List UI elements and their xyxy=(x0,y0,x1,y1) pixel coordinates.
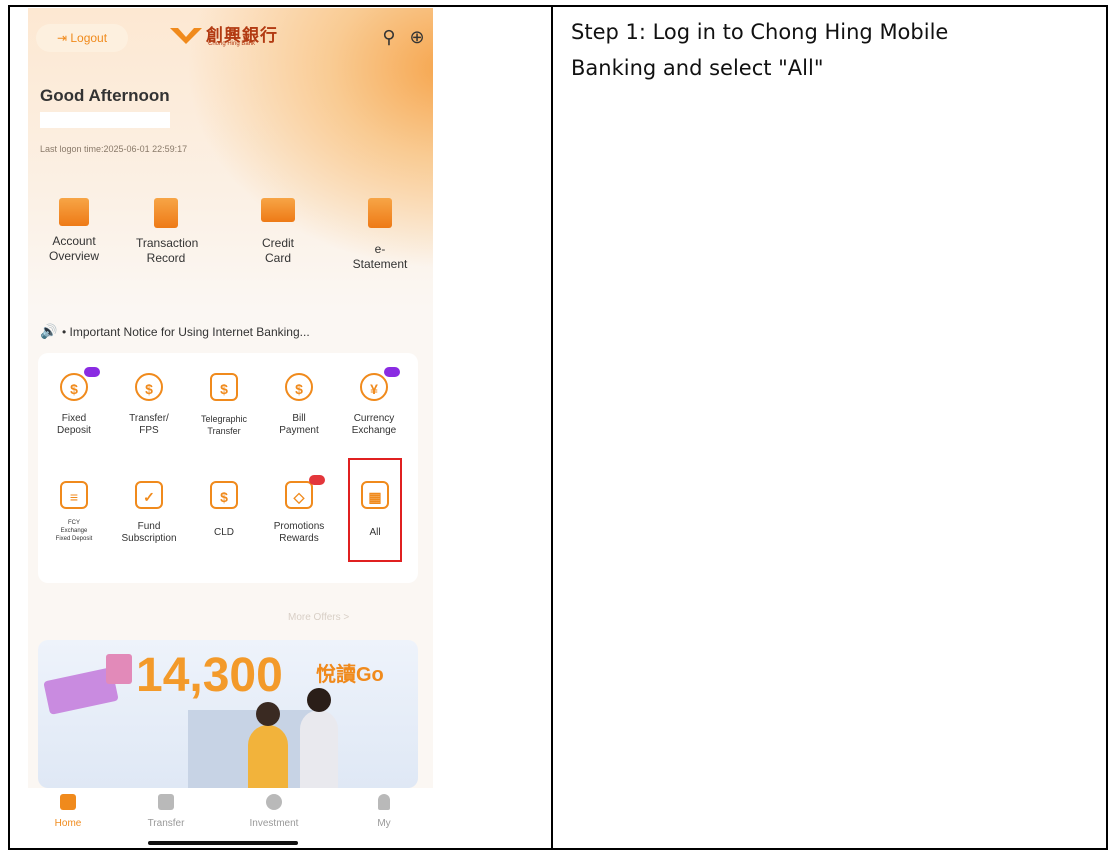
tab-label: My xyxy=(377,818,391,829)
notice-text: • Important Notice for Using Internet Ba… xyxy=(62,325,310,339)
service-label: Transfer xyxy=(207,426,241,436)
quick-label: Account xyxy=(52,234,96,248)
service-label: Promotions xyxy=(273,521,325,532)
bill-payment-icon: $ xyxy=(285,373,313,401)
service-telegraphic-transfer[interactable]: $ Telegraphic Transfer xyxy=(192,373,256,437)
tab-my[interactable]: My xyxy=(344,794,424,829)
service-label: Exchange xyxy=(60,528,88,534)
account-icon xyxy=(59,198,89,226)
logout-label: Logout xyxy=(70,31,108,45)
person-icon xyxy=(378,794,390,810)
tab-label: Transfer xyxy=(147,818,185,829)
home-indicator xyxy=(148,841,298,845)
service-bill-payment[interactable]: $ Bill Payment xyxy=(267,373,331,437)
service-currency-exchange[interactable]: ¥ Currency Exchange xyxy=(342,367,406,437)
service-label: FCY xyxy=(68,520,80,526)
service-label: Fixed Deposit xyxy=(55,536,93,542)
quick-label: Record xyxy=(146,251,186,265)
instruction-text: Step 1: Log in to Chong Hing Mobile Bank… xyxy=(571,14,1091,86)
promo-banner[interactable]: 14,300 悅讀Go xyxy=(38,640,418,788)
highlight-box-all xyxy=(348,458,402,562)
home-icon xyxy=(60,794,76,810)
fund-subscription-icon: ✓ xyxy=(135,481,163,509)
promo-person-graphic xyxy=(300,710,338,788)
service-label: Deposit xyxy=(57,425,91,436)
column-divider xyxy=(551,5,553,850)
cld-icon: $ xyxy=(210,481,238,509)
service-label: Telegraphic xyxy=(200,414,248,424)
service-label: Transfer/ xyxy=(129,413,169,424)
quick-label: Overview xyxy=(48,249,99,263)
service-label: Bill xyxy=(292,413,306,424)
transfer-tab-icon xyxy=(158,794,174,810)
greeting: Good Afternoon xyxy=(40,86,170,105)
instruction-line-1: Step 1: Log in to Chong Hing Mobile xyxy=(571,20,949,44)
search-icon[interactable]: ⚲ xyxy=(378,26,400,48)
tab-transfer[interactable]: Transfer xyxy=(126,794,206,829)
promo-amount: 14,300 xyxy=(136,649,283,702)
add-icon[interactable]: ⊕ xyxy=(406,26,428,48)
service-label: Rewards xyxy=(279,533,319,544)
tab-investment[interactable]: Investment xyxy=(234,794,314,829)
hot-badge xyxy=(309,475,325,485)
last-logon-time: Last logon time:2025-06-01 22:59:17 xyxy=(40,144,188,154)
quick-action-credit-card[interactable]: Credit Card xyxy=(248,198,308,266)
telegraphic-transfer-icon: $ xyxy=(210,373,238,401)
transfer-icon: $ xyxy=(135,373,163,401)
service-cld[interactable]: $ CLD xyxy=(192,481,256,539)
quick-action-transaction-record[interactable]: Transaction Record xyxy=(136,198,199,266)
instruction-line-2: Banking and select "All" xyxy=(571,56,824,80)
tab-home[interactable]: Home xyxy=(28,794,108,829)
service-label: FPS xyxy=(139,425,159,436)
logout-button[interactable]: ⇥ Logout xyxy=(36,24,128,52)
fcy-fixed-deposit-icon: ≡ xyxy=(60,481,88,509)
service-label: Exchange xyxy=(351,425,397,436)
quick-label: e-Statement xyxy=(352,242,408,271)
more-offers-link[interactable]: More Offers > xyxy=(288,612,349,623)
quick-label: Transaction xyxy=(136,236,199,250)
tab-label: Home xyxy=(54,818,82,829)
quick-action-e-statement[interactable]: e-Statement xyxy=(350,198,410,272)
tab-label: Investment xyxy=(249,818,299,829)
logout-icon: ⇥ xyxy=(56,31,71,45)
credit-card-icon xyxy=(261,198,295,222)
service-label: Subscription xyxy=(121,533,177,544)
investment-icon xyxy=(266,794,282,810)
speaker-icon: 🔊 xyxy=(40,323,58,339)
service-label: CLD xyxy=(213,527,234,538)
service-transfer-fps[interactable]: $ Transfer/FPS xyxy=(117,373,181,437)
promo-person-head xyxy=(307,688,331,712)
masked-user-name xyxy=(40,112,170,128)
service-label: Payment xyxy=(279,425,319,436)
service-fcy-exchange-fixed-deposit[interactable]: ≡ FCY Exchange Fixed Deposit xyxy=(42,481,106,543)
service-fixed-deposit[interactable]: $ Fixed Deposit xyxy=(42,367,106,437)
currency-exchange-icon: ¥ xyxy=(360,373,388,401)
bottom-tab-bar: Home Transfer Investment My xyxy=(28,788,433,848)
promo-person-head xyxy=(256,702,280,726)
service-promotions-rewards[interactable]: ◇ Promotions Rewards xyxy=(267,475,331,545)
statement-icon xyxy=(368,198,392,228)
service-fund-subscription[interactable]: ✓ Fund Subscription xyxy=(117,481,181,545)
transaction-icon xyxy=(154,198,178,228)
service-label: Fixed xyxy=(61,413,87,424)
new-badge xyxy=(384,367,400,377)
new-badge xyxy=(84,367,100,377)
quick-label: Credit Card xyxy=(261,236,294,265)
gift-icon xyxy=(106,654,132,684)
notice-banner[interactable]: 🔊 • Important Notice for Using Internet B… xyxy=(40,320,410,342)
service-label: Fund xyxy=(137,521,161,532)
bank-logo-icon xyxy=(170,28,202,44)
promo-brand: 悅讀Go xyxy=(316,664,384,686)
promo-person-graphic xyxy=(248,725,288,788)
quick-action-account-overview[interactable]: Account Overview xyxy=(44,198,104,264)
phone-screenshot: ⇥ Logout 創興銀行 Chong Hing Bank ⚲ ⊕ Good A… xyxy=(28,8,433,848)
bank-name-english: Chong Hing Bank xyxy=(208,41,256,47)
services-panel: $ Fixed Deposit $ Transfer/FPS $ Telegrap… xyxy=(38,353,418,583)
service-label: Currency xyxy=(353,413,395,424)
promotions-tag-icon: ◇ xyxy=(285,481,313,509)
fixed-deposit-icon: $ xyxy=(60,373,88,401)
